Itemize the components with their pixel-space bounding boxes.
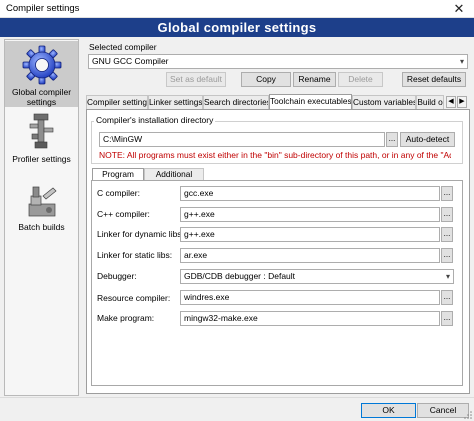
batch-builds-icon <box>28 186 57 217</box>
tab-search-directories[interactable]: Search directories <box>203 95 269 109</box>
auto-detect-button[interactable]: Auto-detect <box>400 132 455 147</box>
make-program-field[interactable]: mingw32-make.exe <box>180 311 440 326</box>
cancel-button[interactable]: Cancel <box>417 403 469 418</box>
title-bar: Compiler settings ✕ <box>0 0 474 18</box>
install-dir-browse-button[interactable]: ... <box>386 132 398 147</box>
chevron-down-icon: ▾ <box>459 57 464 66</box>
debugger-select-value: GDB/CDB debugger : Default <box>184 271 296 281</box>
sidebar-item-global-compiler-settings[interactable]: Global compiler settings <box>5 41 78 107</box>
cpp-compiler-browse-button[interactable]: ... <box>441 207 453 222</box>
tab-scroll-left-icon[interactable]: ◀ <box>446 96 456 108</box>
linker-dynamic-label: Linker for dynamic libs: <box>97 229 184 239</box>
resource-compiler-browse-button[interactable]: ... <box>441 290 453 305</box>
set-as-default-button[interactable]: Set as default <box>166 72 226 87</box>
sidebar-item-profiler-settings[interactable]: Profiler settings <box>5 110 78 166</box>
gear-icon <box>22 45 61 85</box>
copy-button[interactable]: Copy <box>241 72 291 87</box>
sidebar-item-label: Batch builds <box>18 222 65 232</box>
c-compiler-field[interactable]: gcc.exe <box>180 186 440 201</box>
resize-grip-icon[interactable] <box>464 411 472 419</box>
sidebar-item-label: Profiler settings <box>12 154 71 164</box>
install-dir-input[interactable]: C:\MinGW <box>99 132 385 147</box>
reset-defaults-button[interactable]: Reset defaults <box>402 72 466 87</box>
compiler-select-value: GNU GCC Compiler <box>92 56 169 66</box>
rename-button[interactable]: Rename <box>293 72 336 87</box>
tab-toolchain-executables[interactable]: Toolchain executables <box>269 94 352 109</box>
linker-static-browse-button[interactable]: ... <box>441 248 453 263</box>
tab-linker-settings[interactable]: Linker settings <box>148 95 203 109</box>
sidebar: Global compiler settings Profiler settin… <box>4 39 79 396</box>
cpp-compiler-label: C++ compiler: <box>97 209 150 219</box>
debugger-select[interactable]: GDB/CDB debugger : Default ▾ <box>180 269 454 284</box>
tab-custom-variables[interactable]: Custom variables <box>352 95 416 109</box>
resource-compiler-field[interactable]: windres.exe <box>180 290 440 305</box>
linker-static-label: Linker for static libs: <box>97 250 173 260</box>
linker-dynamic-field[interactable]: g++.exe <box>180 227 440 242</box>
chevron-down-icon: ▾ <box>445 272 450 281</box>
c-compiler-label: C compiler: <box>97 188 140 198</box>
profiler-icon <box>29 113 53 149</box>
tab-compiler-settings[interactable]: Compiler settings <box>86 95 148 109</box>
cpp-compiler-field[interactable]: g++.exe <box>180 207 440 222</box>
sidebar-item-label: Global compiler <box>11 87 72 97</box>
make-program-label: Make program: <box>97 313 155 323</box>
delete-button[interactable]: Delete <box>338 72 383 87</box>
ok-button[interactable]: OK <box>361 403 416 418</box>
dialog-footer: OK Cancel <box>0 397 474 421</box>
tab-scroll-right-icon[interactable]: ▶ <box>457 96 467 108</box>
selected-compiler-label: Selected compiler <box>89 42 157 52</box>
resource-compiler-label: Resource compiler: <box>97 293 171 303</box>
make-program-browse-button[interactable]: ... <box>441 311 453 326</box>
sidebar-item-batch-builds[interactable]: Batch builds <box>5 180 78 236</box>
install-dir-title: Compiler's installation directory <box>94 115 216 125</box>
linker-static-field[interactable]: ar.exe <box>180 248 440 263</box>
banner-title: Global compiler settings <box>0 18 474 37</box>
c-compiler-browse-button[interactable]: ... <box>441 186 453 201</box>
tab-build-options[interactable]: Build o <box>416 95 444 109</box>
window-title: Compiler settings <box>6 3 80 14</box>
install-dir-note: NOTE: All programs must exist either in … <box>99 150 451 160</box>
linker-dynamic-browse-button[interactable]: ... <box>441 227 453 242</box>
settings-tabs: Compiler settings Linker settings Search… <box>86 94 470 109</box>
debugger-label: Debugger: <box>97 271 137 281</box>
sidebar-item-label: settings <box>26 97 57 107</box>
compiler-select[interactable]: GNU GCC Compiler ▾ <box>88 54 468 69</box>
close-icon[interactable]: ✕ <box>444 0 474 18</box>
